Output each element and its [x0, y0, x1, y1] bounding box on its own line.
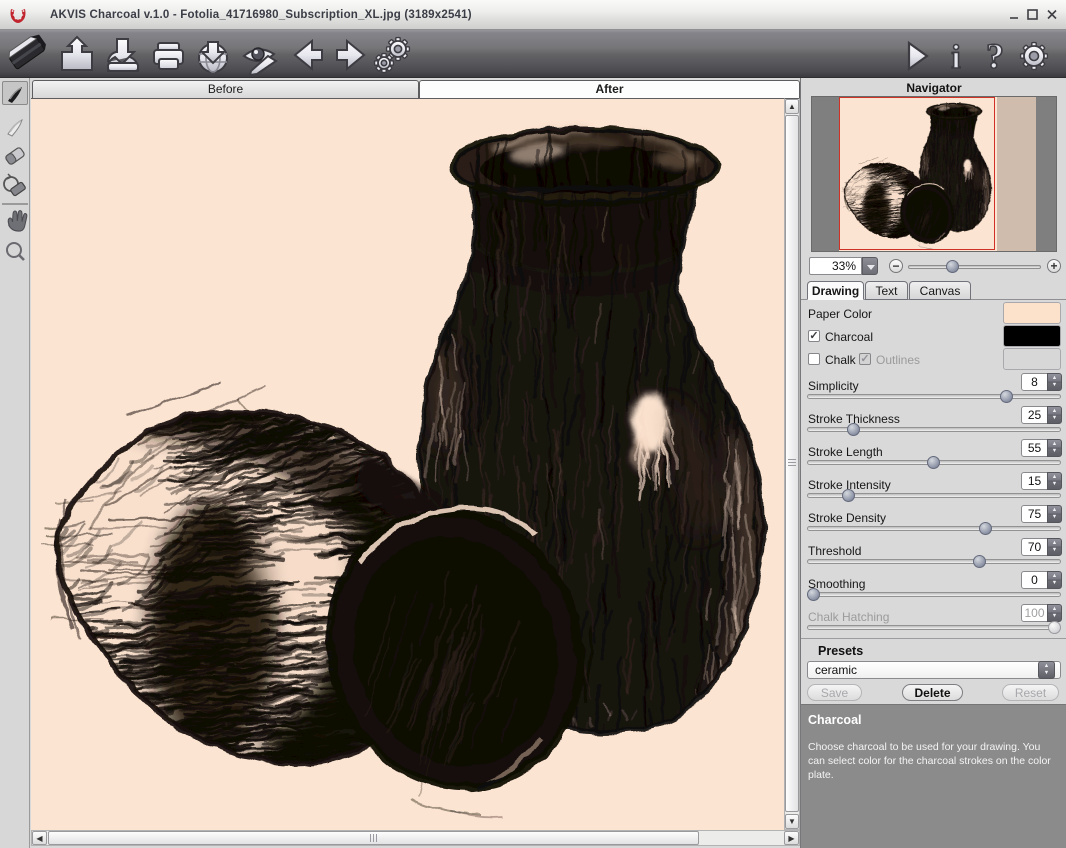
svg-text:i: i	[951, 39, 960, 76]
svg-text:?: ?	[986, 36, 1004, 76]
